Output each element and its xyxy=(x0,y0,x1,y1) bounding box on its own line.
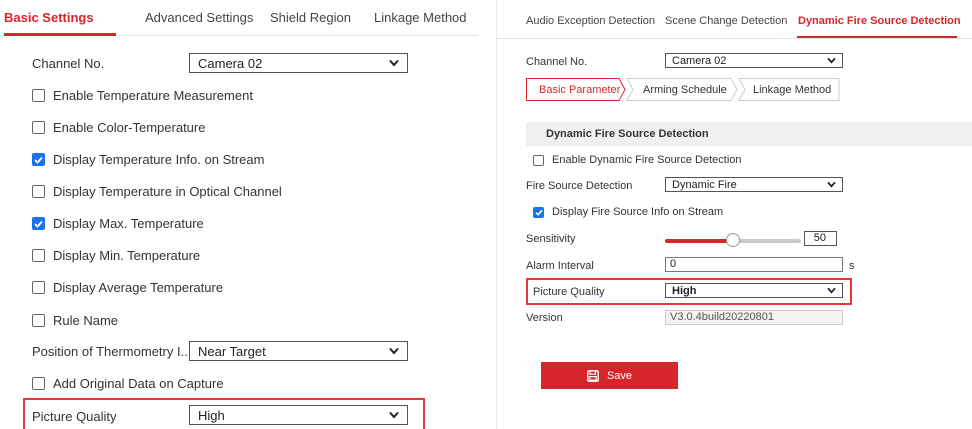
checkbox-label: Enable Dynamic Fire Source Detection xyxy=(552,154,742,166)
checkbox[interactable] xyxy=(533,154,544,166)
version-label: Version xyxy=(526,312,563,324)
active-tab-indicator xyxy=(797,36,957,38)
checkbox-label: Enable Color-Temperature xyxy=(53,120,206,135)
alarm-interval-input[interactable]: 0 xyxy=(665,257,843,272)
checkbox-label: Display Average Temperature xyxy=(53,280,224,295)
subtab-linkage-method[interactable]: Linkage Method xyxy=(753,78,831,101)
left-tab-bar: Basic Settings Advanced Settings Shield … xyxy=(0,0,478,36)
fire-source-value: Dynamic Fire xyxy=(672,178,737,191)
tab-linkage-method[interactable]: Linkage Method xyxy=(374,10,467,25)
save-icon xyxy=(587,369,599,382)
checkbox-label: Display Temperature Info. on Stream xyxy=(53,152,265,167)
channel-select-value: Camera 02 xyxy=(198,55,263,71)
chevron-down-icon xyxy=(827,181,836,188)
checkbox[interactable] xyxy=(32,281,45,294)
fire-source-label: Fire Source Detection xyxy=(526,180,633,192)
checkbox-row-average-temperature[interactable]: Display Average Temperature xyxy=(32,280,223,295)
checkbox-checked[interactable] xyxy=(32,153,45,166)
fire-source-select[interactable]: Dynamic Fire xyxy=(665,177,843,192)
tab-dynamic-fire-source-detection[interactable]: Dynamic Fire Source Detection xyxy=(798,15,961,27)
chevron-down-icon xyxy=(827,57,836,64)
chevron-down-icon xyxy=(389,347,399,355)
picture-quality-select[interactable]: High xyxy=(665,283,843,298)
save-button-label: Save xyxy=(606,369,633,382)
checkbox[interactable] xyxy=(32,314,45,327)
checkbox[interactable] xyxy=(32,249,45,262)
channel-label: Channel No. xyxy=(526,56,588,68)
checkbox-label: Add Original Data on Capture xyxy=(53,376,224,391)
checkbox-label: Display Temperature in Optical Channel xyxy=(53,184,282,199)
tab-advanced-settings[interactable]: Advanced Settings xyxy=(145,10,253,25)
section-header: Dynamic Fire Source Detection xyxy=(526,122,972,146)
checkbox-row-display-fire-source[interactable]: Display Fire Source Info on Stream xyxy=(533,206,723,218)
checkbox-label: Display Max. Temperature xyxy=(53,216,204,231)
checkbox[interactable] xyxy=(32,185,45,198)
right-panel: Audio Exception Detection Scene Change D… xyxy=(497,0,972,429)
checkbox-row-enable-temperature[interactable]: Enable Temperature Measurement xyxy=(32,88,253,103)
checkbox[interactable] xyxy=(32,377,45,390)
tab-audio-exception-detection[interactable]: Audio Exception Detection xyxy=(526,15,655,27)
alarm-interval-unit: s xyxy=(849,260,855,272)
version-field: V3.0.4build20220801 xyxy=(665,310,843,325)
checkbox-row-color-temperature[interactable]: Enable Color-Temperature xyxy=(32,120,205,135)
position-select-value: Near Target xyxy=(198,343,266,359)
checkbox-row-temperature-info[interactable]: Display Temperature Info. on Stream xyxy=(32,152,264,167)
channel-select-value: Camera 02 xyxy=(672,54,727,67)
tab-bar-divider xyxy=(497,38,972,39)
tab-scene-change-detection[interactable]: Scene Change Detection xyxy=(665,15,787,27)
channel-select[interactable]: Camera 02 xyxy=(665,53,843,68)
picture-quality-label: Picture Quality xyxy=(32,409,117,424)
active-tab-indicator xyxy=(4,33,116,36)
checkbox-row-max-temperature[interactable]: Display Max. Temperature xyxy=(32,216,204,231)
checkmark-icon xyxy=(534,209,543,216)
alarm-interval-label: Alarm Interval xyxy=(526,260,594,272)
chevron-down-icon xyxy=(389,59,399,67)
save-button[interactable]: Save xyxy=(541,362,678,389)
checkmark-icon xyxy=(34,156,43,164)
checkbox-row-min-temperature[interactable]: Display Min. Temperature xyxy=(32,248,200,263)
checkbox-checked[interactable] xyxy=(533,206,544,218)
channel-select[interactable]: Camera 02 xyxy=(189,53,408,73)
picture-quality-value: High xyxy=(198,407,225,423)
channel-label: Channel No. xyxy=(32,56,105,71)
tab-shield-region[interactable]: Shield Region xyxy=(270,10,351,25)
checkbox[interactable] xyxy=(32,121,45,134)
subtab-basic-parameter[interactable]: Basic Parameter xyxy=(539,78,620,101)
subtab-arming-schedule[interactable]: Arming Schedule xyxy=(643,78,727,101)
left-panel: Basic Settings Advanced Settings Shield … xyxy=(0,0,478,429)
position-select[interactable]: Near Target xyxy=(189,341,408,361)
sensitivity-label: Sensitivity xyxy=(526,233,576,245)
sensitivity-value[interactable]: 50 xyxy=(804,231,837,246)
checkbox-row-rule-name[interactable]: Rule Name xyxy=(32,313,118,328)
checkbox-row-enable-dynamic-fire[interactable]: Enable Dynamic Fire Source Detection xyxy=(533,154,742,166)
picture-quality-value: High xyxy=(672,284,697,297)
chevron-down-icon xyxy=(389,411,399,419)
slider-thumb[interactable] xyxy=(726,233,740,247)
checkmark-icon xyxy=(34,220,43,228)
checkbox[interactable] xyxy=(32,89,45,102)
tab-basic-settings[interactable]: Basic Settings xyxy=(4,10,94,25)
picture-quality-label: Picture Quality xyxy=(533,286,605,298)
picture-quality-select[interactable]: High xyxy=(189,405,408,425)
chevron-down-icon xyxy=(827,287,836,294)
checkbox-row-optical-channel[interactable]: Display Temperature in Optical Channel xyxy=(32,184,282,199)
position-label: Position of Thermometry I... xyxy=(32,344,192,359)
checkbox-label: Display Min. Temperature xyxy=(53,248,201,263)
slider-fill xyxy=(665,239,733,243)
checkbox-label: Rule Name xyxy=(53,313,119,328)
checkbox-label: Display Fire Source Info on Stream xyxy=(552,206,724,218)
checkbox-label: Enable Temperature Measurement xyxy=(53,88,253,103)
checkbox-checked[interactable] xyxy=(32,217,45,230)
checkbox-row-add-original-data[interactable]: Add Original Data on Capture xyxy=(32,376,224,391)
